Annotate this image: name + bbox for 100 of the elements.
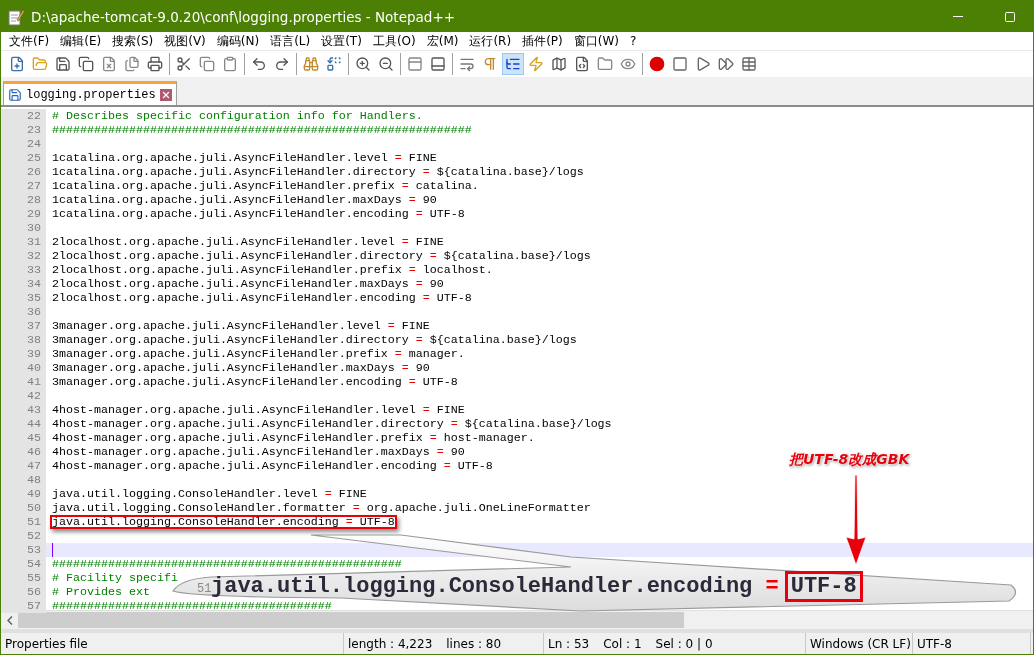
menu-item[interactable]: 编码(N) bbox=[212, 32, 267, 50]
open-folder-icon bbox=[32, 56, 48, 72]
replace-icon bbox=[326, 56, 342, 72]
line-number: 43 bbox=[1, 403, 46, 417]
pilcrow-icon bbox=[482, 56, 498, 72]
menu-item[interactable]: 宏(M) bbox=[422, 32, 466, 50]
line-number: 50 bbox=[1, 501, 46, 515]
file-code-icon bbox=[574, 56, 590, 72]
line-number: 26 bbox=[1, 165, 46, 179]
code-comment: ############################################################ bbox=[52, 123, 472, 137]
menu-item[interactable]: 搜索(S) bbox=[108, 32, 161, 50]
magnified-value: UTF-8 bbox=[784, 571, 863, 602]
close-icon[interactable] bbox=[159, 88, 172, 101]
close-file-icon bbox=[101, 56, 117, 72]
line-number: 34 bbox=[1, 277, 46, 291]
menu-item[interactable]: 运行(R) bbox=[465, 32, 519, 50]
save-icon bbox=[8, 87, 22, 102]
text-caret bbox=[52, 543, 53, 557]
code-line: 1catalina.org.apache.juli.AsyncFileHandler.maxDays = 90 bbox=[52, 193, 437, 207]
menu-item[interactable]: 文件(F) bbox=[5, 32, 57, 50]
line-number: 23 bbox=[1, 123, 46, 137]
maximize-icon bbox=[1004, 10, 1016, 23]
record-icon bbox=[649, 56, 665, 72]
line-number: 54 bbox=[1, 557, 46, 571]
menu-item[interactable]: ? bbox=[625, 34, 644, 48]
minimize-icon bbox=[953, 16, 963, 17]
code-comment: ######################################## bbox=[52, 599, 332, 613]
line-number: 25 bbox=[1, 151, 46, 165]
folder-icon bbox=[597, 56, 613, 72]
line-number: 52 bbox=[1, 529, 46, 543]
line-number: 49 bbox=[1, 487, 46, 501]
code-comment: # Describes specific configuration info for Handlers. bbox=[52, 109, 423, 123]
menu-item[interactable]: 视图(V) bbox=[160, 32, 213, 50]
word-wrap-icon bbox=[459, 56, 475, 72]
file-tab[interactable]: logging.properties bbox=[3, 81, 177, 105]
menu-item[interactable]: 设置(T) bbox=[317, 32, 369, 50]
length-count: length : 4,223 bbox=[348, 636, 433, 651]
print-icon bbox=[147, 56, 163, 72]
line-number: 33 bbox=[1, 263, 46, 277]
menu-item[interactable]: 编辑(E) bbox=[56, 32, 109, 50]
code-line: java.util.logging.ConsoleHandler.level = FINE bbox=[52, 487, 367, 501]
redo-icon bbox=[274, 56, 290, 72]
eye-icon bbox=[620, 56, 636, 72]
line-number: 37 bbox=[1, 319, 46, 333]
line-number: 30 bbox=[1, 221, 46, 235]
code-line: 1catalina.org.apache.juli.AsyncFileHandler.encoding = UTF-8 bbox=[52, 207, 465, 221]
annotation-text: 把UTF-8改成GBK bbox=[789, 451, 910, 469]
menu-item[interactable]: 窗口(W) bbox=[569, 32, 626, 50]
indent-guide-button[interactable] bbox=[502, 53, 524, 75]
line-number: 48 bbox=[1, 473, 46, 487]
code-comment: ################################################## bbox=[52, 557, 402, 571]
code-line: 3manager.org.apache.juli.AsyncFileHandler.encoding = UTF-8 bbox=[52, 375, 458, 389]
line-number: 27 bbox=[1, 179, 46, 193]
line-number: 32 bbox=[1, 249, 46, 263]
menu-item[interactable]: 插件(P) bbox=[518, 32, 570, 50]
encoding: UTF-8 bbox=[917, 636, 952, 651]
line-number: 38 bbox=[1, 333, 46, 347]
code-line: 3manager.org.apache.juli.AsyncFileHandler.level = FINE bbox=[52, 319, 430, 333]
code-line: 2localhost.org.apache.juli.AsyncFileHandler.prefix = localhost. bbox=[52, 263, 493, 277]
menu-item[interactable]: 语言(L) bbox=[266, 32, 318, 50]
line-number: 46 bbox=[1, 445, 46, 459]
code-line: 2localhost.org.apache.juli.AsyncFileHandler.maxDays = 90 bbox=[52, 277, 444, 291]
scrollbar-thumb[interactable] bbox=[18, 612, 684, 628]
line-number: 51 bbox=[197, 582, 212, 596]
code-comment: # Provides ext bbox=[52, 585, 150, 599]
line-number: 47 bbox=[1, 459, 46, 473]
lightning-icon bbox=[528, 56, 544, 72]
zoom-out-icon bbox=[378, 56, 394, 72]
code-line: 3manager.org.apache.juli.AsyncFileHandler.prefix = manager. bbox=[52, 347, 465, 361]
code-line: 1catalina.org.apache.juli.AsyncFileHandler.level = FINE bbox=[52, 151, 437, 165]
stop-icon bbox=[672, 56, 688, 72]
line-number: 35 bbox=[1, 291, 46, 305]
code-line: 4host-manager.org.apache.juli.AsyncFileHandler.maxDays = 90 bbox=[52, 445, 465, 459]
indent-guide-icon bbox=[505, 56, 521, 72]
new-file-icon bbox=[9, 56, 25, 72]
save-icon bbox=[55, 56, 71, 72]
undo-icon bbox=[251, 56, 267, 72]
map-icon bbox=[551, 56, 567, 72]
window-title: D:\apache-tomcat-9.0.20\conf\logging.properties - Notepad++ bbox=[31, 8, 456, 25]
line-number: 57 bbox=[1, 599, 46, 613]
code-line: 3manager.org.apache.juli.AsyncFileHandler.directory = ${catalina.base}/logs bbox=[52, 333, 577, 347]
menu-item[interactable]: 工具(O) bbox=[368, 32, 423, 50]
code-line: 3manager.org.apache.juli.AsyncFileHandler.maxDays = 90 bbox=[52, 361, 430, 375]
line-number: 36 bbox=[1, 305, 46, 319]
selection-info: Sel : 0 | 0 bbox=[655, 636, 713, 651]
code-line: 4host-manager.org.apache.juli.AsyncFileHandler.prefix = host-manager. bbox=[52, 431, 535, 445]
code-line: 4host-manager.org.apache.juli.AsyncFileHandler.encoding = UTF-8 bbox=[52, 459, 493, 473]
code-line: 2localhost.org.apache.juli.AsyncFileHandler.level = FINE bbox=[52, 235, 444, 249]
line-number: 24 bbox=[1, 137, 46, 151]
copy-icon bbox=[199, 56, 215, 72]
line-number: 41 bbox=[1, 375, 46, 389]
line-number: 29 bbox=[1, 207, 46, 221]
code-line: java.util.logging.ConsoleHandler.formatter = org.apache.juli.OneLineFormatter bbox=[52, 501, 591, 515]
lines-count: lines : 80 bbox=[446, 636, 502, 651]
line-number: 53 bbox=[1, 543, 46, 557]
magnified-code: java.util.logging.ConsoleHandler.encoding = bbox=[211, 574, 779, 599]
line-number: 39 bbox=[1, 347, 46, 361]
code-line: 4host-manager.org.apache.juli.AsyncFileHandler.level = FINE bbox=[52, 403, 465, 417]
line-number: 28 bbox=[1, 193, 46, 207]
table-icon bbox=[741, 56, 757, 72]
